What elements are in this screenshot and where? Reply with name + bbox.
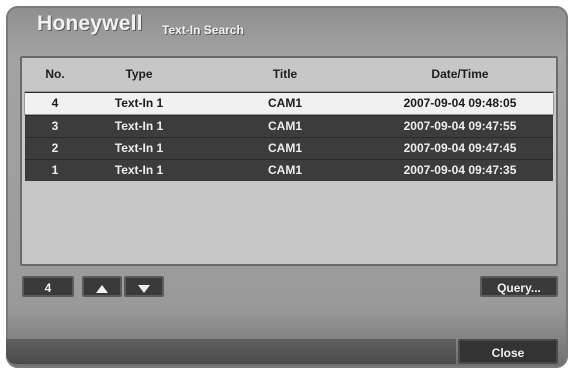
cell-title: CAM1 [267,119,302,133]
scroll-down-button[interactable] [124,276,164,297]
cell-datetime: 2007-09-04 09:47:55 [403,119,517,133]
cell-datetime: 2007-09-04 09:47:45 [403,141,517,155]
table-row[interactable]: 3 Text-In 1 CAM1 2007-09-04 09:47:55 [25,115,553,137]
cell-no: 2 [51,141,59,155]
cell-datetime: 2007-09-04 09:48:05 [403,96,517,110]
triangle-down-icon [138,284,150,293]
cell-type: Text-In 1 [114,119,164,133]
cell-no: 3 [51,119,59,133]
dialog-title: Text-In Search [162,23,244,37]
cell-no: 1 [51,163,59,177]
column-header-type[interactable]: Type [87,64,191,85]
scroll-up-button[interactable] [82,276,122,297]
column-header-datetime[interactable]: Date/Time [375,64,545,85]
triangle-up-icon [96,284,108,293]
table-row[interactable]: 2 Text-In 1 CAM1 2007-09-04 09:47:45 [25,137,553,159]
column-header-title[interactable]: Title [245,64,325,85]
table-row[interactable]: 4 Text-In 1 CAM1 2007-09-04 09:48:05 [25,92,553,114]
brand-logo: Honeywell [37,12,143,35]
bottom-bar [6,339,456,364]
column-header-no[interactable]: No. [41,64,69,85]
close-button[interactable]: Close [458,339,558,364]
results-table: No. Type Title Date/Time 4 Text-In 1 CAM… [20,56,558,266]
cell-datetime: 2007-09-04 09:47:35 [403,163,517,177]
cell-title: CAM1 [267,96,302,110]
table-row[interactable]: 1 Text-In 1 CAM1 2007-09-04 09:47:35 [25,159,553,181]
table-header: No. Type Title Date/Time [25,64,553,85]
cell-no: 4 [51,96,59,110]
cell-type: Text-In 1 [114,141,164,155]
record-count: 4 [22,276,74,297]
cell-title: CAM1 [267,163,302,177]
cell-type: Text-In 1 [114,163,164,177]
cell-title: CAM1 [267,141,302,155]
cell-type: Text-In 1 [114,96,164,110]
query-button[interactable]: Query... [480,276,558,297]
text-in-search-dialog: Honeywell Text-In Search No. Type Title … [6,6,568,368]
